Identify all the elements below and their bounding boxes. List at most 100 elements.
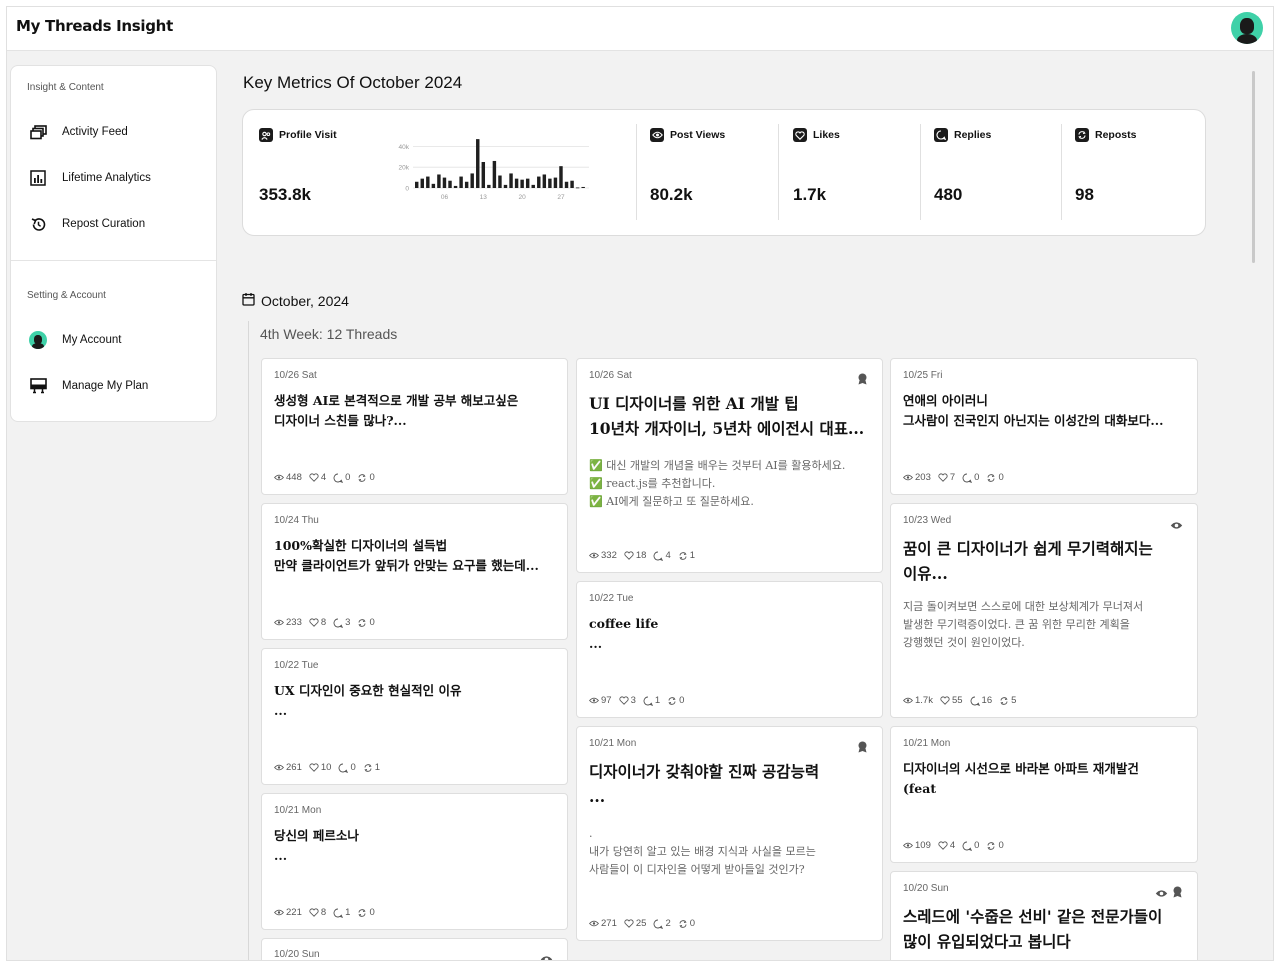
repost-icon xyxy=(986,841,998,851)
profile-visit-icon xyxy=(259,128,273,142)
metric-value: 1.7k xyxy=(793,185,827,204)
month-label: October, 2024 xyxy=(261,292,349,309)
stat-value: 109 xyxy=(915,840,931,851)
sidebar-section-insight: Insight & Content xyxy=(27,82,104,93)
repost-icon xyxy=(357,618,369,628)
card-title: 연애의 아이러니 그사람이 진국인지 아닌지는 이성간의 대화보다... xyxy=(903,393,1164,428)
chart-bar xyxy=(453,185,458,188)
stat-value: 0 xyxy=(974,840,980,851)
thread-card[interactable]: 10/26 Sat 생성형 AI로 본격적으로 개발 공부 해보고싶은 디자이너… xyxy=(261,358,568,495)
card-title: UX 디자인이 중요한 현실적인 이유 ... xyxy=(274,683,462,718)
eye-icon xyxy=(1170,515,1183,534)
chart-bar xyxy=(476,139,480,188)
metrics-panel: Profile Visit 353.8k 0 20k 40k 06 13 20 27 Pos… xyxy=(242,109,1206,236)
heart-icon xyxy=(624,919,636,928)
metric-profile-visit[interactable]: Profile Visit 353.8k 0 20k 40k 06 13 20 27 xyxy=(243,110,636,237)
thread-card[interactable]: 10/21 Mon 당신의 페르소나 ... 221 8 1 0 xyxy=(261,793,568,930)
stat-value: 0 xyxy=(369,907,375,918)
thread-card[interactable]: 10/21 Mon 디자이너가 갖춰야할 진짜 공감능력 ... . 내가 당연… xyxy=(576,726,883,941)
stat-views: 271 xyxy=(589,918,617,929)
thread-card[interactable]: 10/23 Wed 꿈이 큰 디자이너가 쉽게 무기력해지는 이유... 지금 … xyxy=(890,503,1198,718)
stat-replies: 1 xyxy=(333,907,350,918)
stat-value: 1 xyxy=(345,907,351,918)
metric-value: 480 xyxy=(934,185,963,204)
chart-bar xyxy=(503,184,508,188)
chart-bar xyxy=(542,174,547,188)
card-stats: 109 4 0 0 xyxy=(903,840,1004,851)
repost-icon xyxy=(363,763,375,773)
plan-icon xyxy=(29,377,47,395)
chart-bar xyxy=(459,176,463,188)
sidebar-item-repost-curation[interactable]: Repost Curation xyxy=(29,212,204,236)
reply-icon xyxy=(653,919,665,929)
chart-bar xyxy=(514,178,519,188)
sidebar-item-manage-my-plan[interactable]: Manage My Plan xyxy=(29,374,204,398)
stat-value: 3 xyxy=(345,617,351,628)
stat-reposts: 0 xyxy=(678,918,695,929)
chart-bar xyxy=(531,184,535,188)
sidebar-item-my-account[interactable]: My Account xyxy=(29,328,204,352)
sidebar-item-label: Repost Curation xyxy=(62,218,146,230)
reply-icon xyxy=(338,763,350,773)
stat-value: 97 xyxy=(601,695,612,706)
stat-value: 8 xyxy=(320,617,327,628)
thread-card[interactable]: 10/24 Thu 100%확실한 디자이너의 설득법 만약 클라이언트가 앞뒤… xyxy=(261,503,568,640)
thread-card[interactable]: 10/20 Sun xyxy=(261,938,568,960)
metric-reposts[interactable]: Reposts 98 xyxy=(1059,110,1205,237)
thread-card[interactable]: 10/22 Tue coffee life ... 97 3 1 0 xyxy=(576,581,883,718)
thread-card[interactable]: 10/22 Tue UX 디자인이 중요한 현실적인 이유 ... 261 10 0… xyxy=(261,648,568,785)
metric-value: 98 xyxy=(1075,185,1094,204)
repost-icon xyxy=(357,473,369,483)
card-date: 10/22 Tue xyxy=(274,660,319,671)
stat-value: 0 xyxy=(369,617,375,628)
card-stats: 233 8 3 0 xyxy=(274,617,375,628)
stat-value: 7 xyxy=(949,472,956,483)
heart-icon xyxy=(309,763,321,772)
reply-icon xyxy=(653,551,665,561)
award-icon xyxy=(857,370,868,389)
chart-bar xyxy=(464,181,469,188)
stat-reposts: 0 xyxy=(667,695,684,706)
thread-card[interactable]: 10/20 Sun 스레드에 '수줍은 선비' 같은 전문가들이 많이 유입되었… xyxy=(890,871,1198,960)
sidebar-item-label: Manage My Plan xyxy=(62,380,149,392)
stat-replies: 3 xyxy=(333,617,350,628)
sidebar-item-lifetime-analytics[interactable]: Lifetime Analytics xyxy=(29,166,204,190)
stat-replies: 4 xyxy=(653,550,671,561)
chart-bar xyxy=(487,184,491,188)
eye-icon xyxy=(650,128,664,142)
thread-card[interactable]: 10/21 Mon 디자이너의 시선으로 바라본 아파트 재개발건 (feat … xyxy=(890,726,1198,863)
eye-icon xyxy=(274,474,286,481)
stat-value: 1 xyxy=(689,550,696,561)
metric-post-views[interactable]: Post Views 80.2k xyxy=(634,110,776,237)
chart-bar xyxy=(470,173,474,188)
sidebar-divider xyxy=(11,260,216,261)
stat-reposts: 0 xyxy=(357,617,375,628)
stat-reposts: 1 xyxy=(363,762,380,773)
chart-x-tick: 27 xyxy=(557,194,565,201)
chart-bar xyxy=(448,180,452,188)
chart-bar xyxy=(492,160,497,188)
stat-reposts: 0 xyxy=(986,840,1004,851)
metric-likes[interactable]: Likes 1.7k xyxy=(777,110,919,237)
heart-icon xyxy=(940,696,952,705)
stat-value: 3 xyxy=(630,695,636,706)
metric-label: Reposts xyxy=(1095,129,1137,141)
thread-card[interactable]: 10/26 Sat UI 디자이너를 위한 AI 개발 팁 10년차 개자이너,… xyxy=(576,358,883,573)
metric-label: Likes xyxy=(813,129,840,141)
page-title: Key Metrics Of October 2024 xyxy=(243,73,463,92)
repost-icon xyxy=(986,473,998,483)
card-stats: 97 3 1 0 xyxy=(589,695,684,706)
stat-views: 97 xyxy=(589,695,612,706)
repost-icon xyxy=(678,551,690,561)
sidebar-item-activity-feed[interactable]: Activity Feed xyxy=(29,120,204,144)
eye-icon xyxy=(274,619,286,626)
card-title: UI 디자이너를 위한 AI 개발 팁 10년차 개자이너, 5년차 에이전시 … xyxy=(589,394,865,438)
avatar[interactable] xyxy=(1231,12,1263,44)
chart-bar xyxy=(426,176,430,188)
repost-icon xyxy=(678,919,690,929)
thread-card[interactable]: 10/25 Fri 연애의 아이러니 그사람이 진국인지 아닌지는 이성간의 대… xyxy=(890,358,1198,495)
metric-replies[interactable]: Replies 480 xyxy=(918,110,1060,237)
chart-bar xyxy=(553,177,558,188)
heart-icon xyxy=(618,696,631,705)
scrollbar[interactable] xyxy=(1252,71,1255,263)
